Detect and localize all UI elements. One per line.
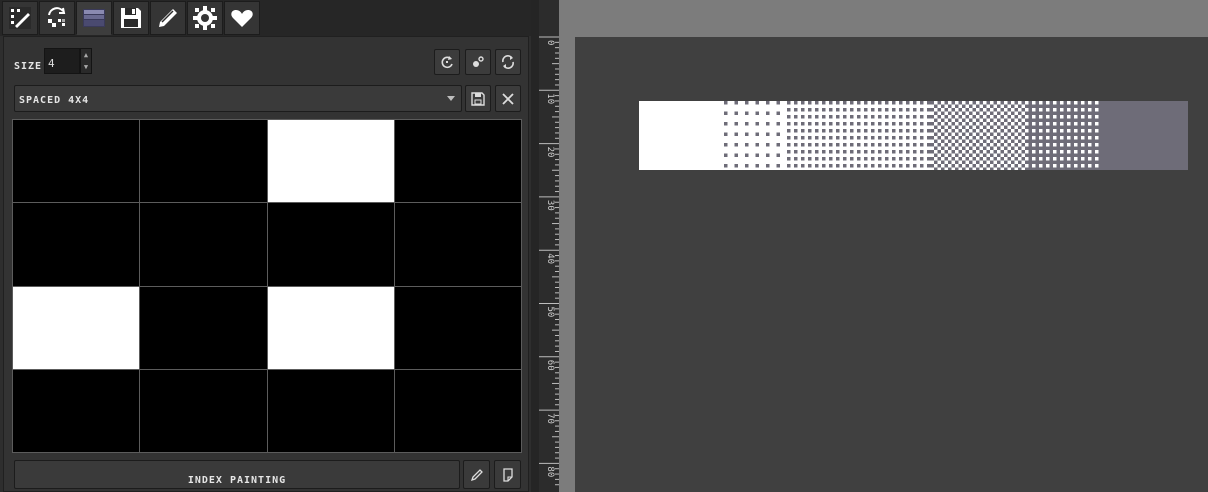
- pattern-cell[interactable]: [140, 203, 267, 286]
- ruler-label: 30: [545, 200, 555, 211]
- pattern-cell[interactable]: [394, 286, 521, 369]
- pattern-cell[interactable]: [394, 120, 521, 203]
- dither-gradient-preview: [639, 101, 1188, 170]
- pattern-select-value: SPACED 4X4: [19, 95, 90, 106]
- chevron-down-icon: [447, 96, 455, 101]
- tab-swap[interactable]: [39, 1, 75, 35]
- pattern-cell[interactable]: [394, 203, 521, 286]
- tab-pencil[interactable]: [150, 1, 186, 35]
- canvas-top-margin: [559, 0, 1208, 37]
- pattern-cell[interactable]: [140, 369, 267, 452]
- ruler-label: 50: [545, 307, 555, 318]
- dither-panel: SIZE 4 ▲ ▼ SPACED 4X4 INDEX PAINTING: [0, 0, 531, 492]
- tab-dither[interactable]: [76, 1, 112, 35]
- pattern-cell[interactable]: [13, 203, 140, 286]
- ruler-label: 60: [545, 360, 555, 371]
- pattern-cell[interactable]: [267, 369, 394, 452]
- heart-icon: [231, 10, 253, 27]
- save-disk-icon: [471, 91, 485, 106]
- canvas-area: 0 10 20 30 40 50 60 70 80: [539, 0, 1208, 492]
- pattern-select[interactable]: SPACED 4X4: [14, 85, 462, 112]
- pattern-cell[interactable]: [267, 120, 394, 203]
- pattern-cell[interactable]: [140, 286, 267, 369]
- new-page-button[interactable]: [494, 460, 521, 489]
- tab-settings[interactable]: [187, 1, 223, 35]
- index-painting-button[interactable]: INDEX PAINTING: [14, 460, 460, 489]
- size-stepper[interactable]: ▲ ▼: [80, 48, 92, 74]
- rotate-button[interactable]: [434, 49, 460, 75]
- tab-pixel-pencil[interactable]: [2, 1, 38, 35]
- pencil-icon: [159, 9, 177, 27]
- tab-save[interactable]: [113, 1, 149, 35]
- pattern-cell[interactable]: [267, 203, 394, 286]
- swap-colors-icon: [48, 7, 66, 27]
- dots-icon: [473, 56, 484, 67]
- pattern-cell[interactable]: [13, 369, 140, 452]
- ruler-label: 40: [545, 253, 555, 264]
- rotate-icon: [441, 56, 453, 69]
- dither-palette-icon: [83, 9, 105, 27]
- chevron-down-icon[interactable]: ▼: [84, 63, 88, 71]
- size-input[interactable]: 4: [44, 48, 80, 74]
- pattern-cell[interactable]: [140, 120, 267, 203]
- page-icon: [502, 467, 513, 482]
- delete-pattern-button[interactable]: [495, 85, 521, 112]
- refresh-button[interactable]: [495, 49, 521, 75]
- dots-button[interactable]: [465, 49, 491, 75]
- pixel-pencil-icon: [9, 7, 31, 29]
- chevron-up-icon[interactable]: ▲: [84, 51, 88, 59]
- pattern-cell[interactable]: [267, 286, 394, 369]
- save-disk-icon: [121, 8, 141, 28]
- ruler-ticks: 0 10 20 30 40 50 60 70 80: [539, 36, 559, 486]
- ruler-label: 80: [545, 466, 555, 477]
- pencil-icon: [470, 468, 483, 481]
- pattern-cell[interactable]: [13, 286, 140, 369]
- panel-divider[interactable]: [531, 0, 539, 492]
- ruler-label: 20: [545, 147, 555, 158]
- tab-favorites[interactable]: [224, 1, 260, 35]
- tool-tabs: [0, 0, 531, 36]
- canvas-left-margin: [559, 37, 575, 492]
- ruler-label: 10: [545, 93, 555, 104]
- gear-icon: [193, 6, 217, 30]
- pattern-cell[interactable]: [13, 120, 140, 203]
- index-painting-label: INDEX PAINTING: [187, 475, 287, 486]
- edit-button[interactable]: [463, 460, 490, 489]
- pattern-editor-grid[interactable]: [12, 119, 522, 453]
- size-label: SIZE: [14, 61, 43, 72]
- refresh-icon: [502, 55, 514, 69]
- ruler-label: 70: [545, 413, 555, 424]
- pattern-cell[interactable]: [394, 369, 521, 452]
- close-icon: [502, 92, 514, 105]
- save-pattern-button[interactable]: [465, 85, 491, 112]
- dither-settings: SIZE 4 ▲ ▼ SPACED 4X4 INDEX PAINTING: [3, 36, 529, 492]
- ruler-label: 0: [545, 40, 555, 45]
- vertical-ruler: 0 10 20 30 40 50 60 70 80: [539, 0, 559, 492]
